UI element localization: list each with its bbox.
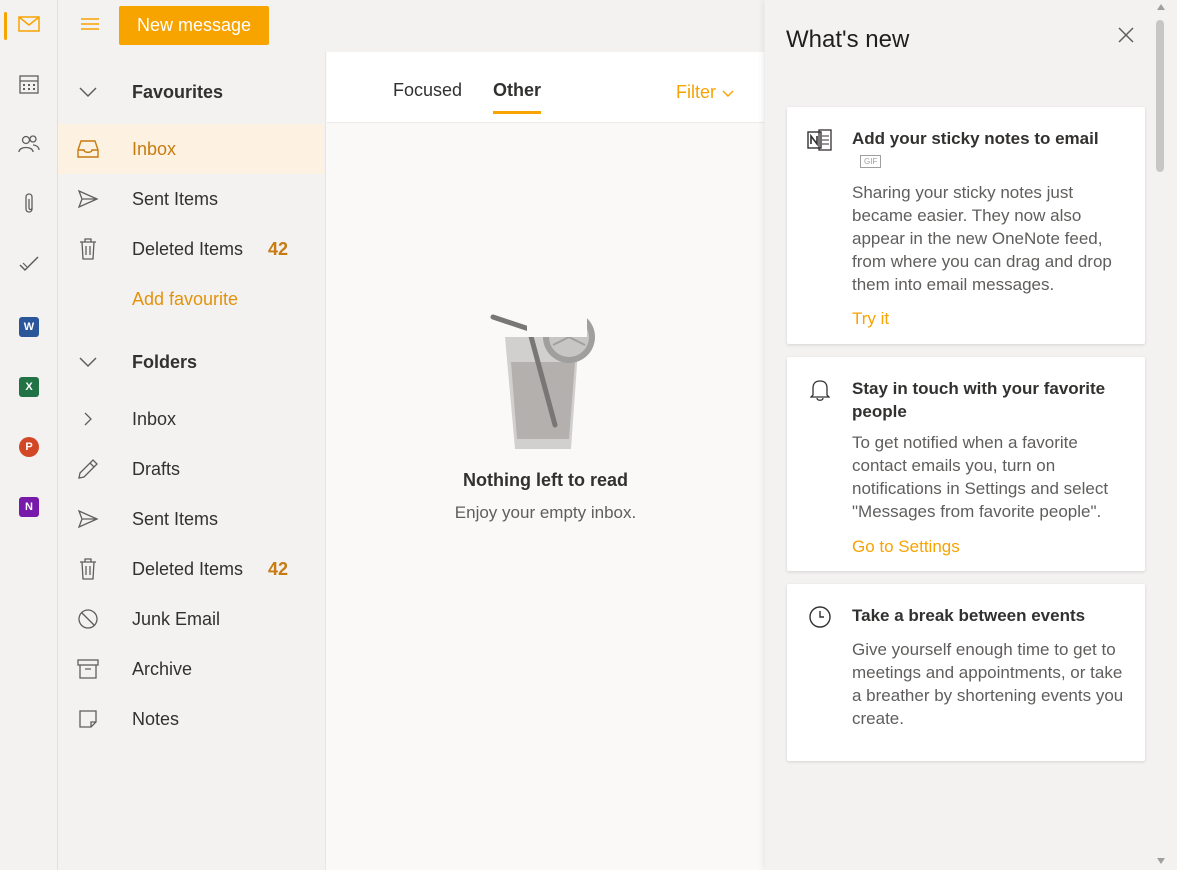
feature-card: Add your sticky notes to email GIF Sharin… <box>787 107 1145 344</box>
unread-count-badge: 42 <box>267 238 288 259</box>
mail-app-button[interactable] <box>0 4 58 48</box>
card-title: Take a break between events <box>852 606 1086 625</box>
folder-label: Inbox <box>132 408 177 429</box>
favourites-section-header[interactable]: Favourites <box>58 67 326 117</box>
folder-item-sent-items[interactable]: Sent Items <box>58 494 324 544</box>
onenote-icon: N <box>19 497 39 517</box>
note-icon <box>76 708 100 730</box>
card-body: To get notified when a favorite contact … <box>852 433 1109 521</box>
word-icon: W <box>19 317 39 337</box>
empty-state-subtitle: Enjoy your empty inbox. <box>454 503 637 522</box>
panel-title: What's new <box>786 26 910 53</box>
excel-icon: X <box>19 377 39 397</box>
files-app-button[interactable] <box>0 184 58 228</box>
card-title: Stay in touch with your favorite people <box>852 379 1106 421</box>
top-toolbar: New message <box>58 0 764 52</box>
favourites-item-sent-items[interactable]: Sent Items <box>58 174 324 224</box>
excel-app-button[interactable]: X <box>0 365 58 409</box>
block-icon <box>76 608 100 630</box>
favourites-title: Favourites <box>132 81 224 102</box>
message-list-pane: Focused Other Filter Nothing left to rea… <box>327 52 764 870</box>
close-icon <box>1118 26 1134 48</box>
card-title: Add your sticky notes to email GIF <box>852 127 1122 173</box>
send-icon <box>76 508 100 530</box>
onenote-app-button[interactable]: N <box>0 485 58 529</box>
chevron-down-icon <box>78 83 98 106</box>
folder-label: Sent Items <box>132 508 219 529</box>
feature-card: Stay in touch with your favorite people … <box>787 357 1145 571</box>
card-body: Give yourself enough time to get to meet… <box>852 640 1124 728</box>
people-icon <box>18 134 40 159</box>
people-app-button[interactable] <box>0 124 58 168</box>
hamburger-icon <box>80 17 100 36</box>
pencil-icon <box>76 458 100 480</box>
favourites-item-deleted-items[interactable]: Deleted Items 42 <box>58 224 324 274</box>
trash-icon <box>76 238 100 260</box>
folder-item-deleted-items[interactable]: Deleted Items 42 <box>58 544 324 594</box>
calendar-icon <box>19 74 39 99</box>
new-message-button[interactable]: New message <box>119 6 269 45</box>
chevron-down-icon <box>722 82 734 103</box>
word-app-button[interactable]: W <box>0 305 58 349</box>
filter-button[interactable]: Filter <box>676 82 734 103</box>
gif-badge: GIF <box>860 155 882 168</box>
inbox-icon <box>76 138 100 160</box>
powerpoint-app-button[interactable]: P <box>0 425 58 469</box>
folder-label: Sent Items <box>132 188 219 209</box>
todo-check-icon <box>18 255 40 278</box>
paperclip-icon <box>22 192 36 220</box>
send-icon <box>76 188 100 210</box>
tab-focused[interactable]: Focused <box>393 80 462 111</box>
scrollbar-thumb[interactable] <box>1156 20 1164 172</box>
scroll-down-arrow-icon[interactable] <box>1157 858 1165 864</box>
app-rail: W X P N <box>0 0 58 870</box>
calendar-app-button[interactable] <box>0 64 58 108</box>
empty-inbox-illustration <box>487 307 607 462</box>
folders-title: Folders <box>132 351 198 372</box>
folder-label: Notes <box>132 708 180 729</box>
archive-icon <box>76 658 100 680</box>
mail-icon <box>18 15 40 37</box>
unread-count-badge: 42 <box>267 558 288 579</box>
folders-section-header[interactable]: Folders <box>58 337 326 387</box>
folder-item-archive[interactable]: Archive <box>58 644 324 694</box>
add-favourite-link[interactable]: Add favourite <box>132 289 238 310</box>
card-title-text: Add your sticky notes to email <box>852 129 1099 148</box>
folder-label: Archive <box>132 658 193 679</box>
folder-item-drafts[interactable]: Drafts <box>58 444 324 494</box>
folder-item-junk-email[interactable]: Junk Email <box>58 594 324 644</box>
folder-label: Deleted Items <box>132 238 244 259</box>
close-button[interactable] <box>1115 26 1137 48</box>
folder-label: Deleted Items <box>132 558 244 579</box>
onenote-sticky-icon <box>807 127 833 153</box>
favourites-item-inbox[interactable]: Inbox <box>58 124 324 174</box>
chevron-down-icon <box>78 353 98 376</box>
bell-icon <box>807 377 833 403</box>
powerpoint-icon: P <box>19 437 39 457</box>
clock-icon <box>807 604 833 630</box>
folder-item-inbox[interactable]: Inbox <box>58 394 324 444</box>
folder-label: Drafts <box>132 458 181 479</box>
folder-label: Junk Email <box>132 608 221 629</box>
trash-icon <box>76 558 100 580</box>
folder-item-notes[interactable]: Notes <box>58 694 324 744</box>
navigation-toggle-button[interactable] <box>76 12 104 40</box>
tab-other[interactable]: Other <box>493 80 542 114</box>
try-it-link[interactable]: Try it <box>852 309 889 329</box>
chevron-right-icon[interactable] <box>76 408 100 430</box>
folder-label: Inbox <box>132 138 177 159</box>
go-to-settings-link[interactable]: Go to Settings <box>852 537 960 557</box>
empty-state-title: Nothing left to read <box>463 470 628 490</box>
card-body: Sharing your sticky notes just became ea… <box>852 183 1112 294</box>
filter-label: Filter <box>676 82 716 102</box>
inbox-tabs-bar: Focused Other Filter <box>327 52 764 123</box>
scroll-up-arrow-icon[interactable] <box>1157 4 1165 10</box>
whats-new-panel: What's new Add your sticky notes to emai… <box>765 0 1177 870</box>
todo-app-button[interactable] <box>0 244 58 288</box>
feature-card: Take a break between events Give yoursel… <box>787 584 1145 761</box>
folder-pane: Favourites Inbox Sent Items Deleted Item… <box>58 52 326 870</box>
